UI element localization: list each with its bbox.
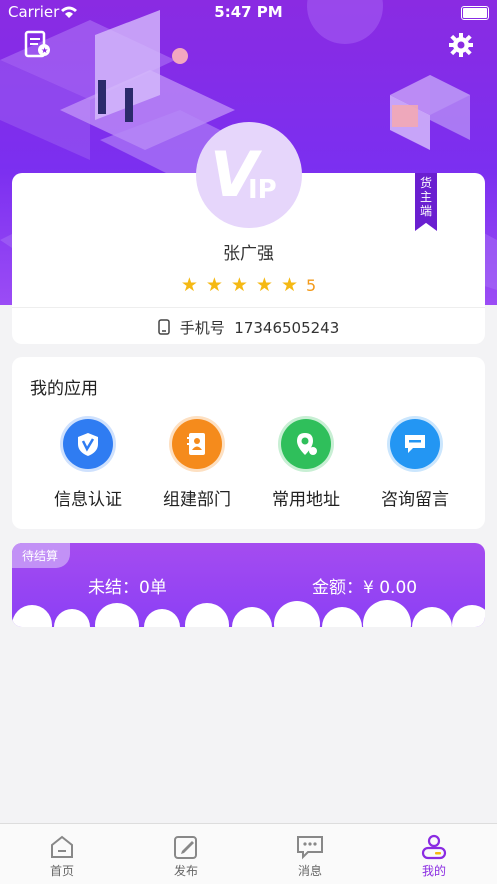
contacts-book-icon xyxy=(172,419,222,469)
app-create-department[interactable]: 组建部门 xyxy=(138,419,256,510)
clock: 5:47 PM xyxy=(214,3,283,21)
star-rating: ★★★★★5 xyxy=(12,274,485,296)
battery-icon xyxy=(461,6,489,20)
apps-title: 我的应用 xyxy=(30,379,98,399)
settlement-card[interactable]: 待结算 未结：0单 金额：¥ 0.00 xyxy=(12,543,485,627)
settings-gear-icon[interactable] xyxy=(448,32,474,62)
rating-value: 5 xyxy=(305,276,317,295)
location-pin-icon xyxy=(281,419,331,469)
app-label: 常用地址 xyxy=(272,490,340,510)
tab-home[interactable]: 首页 xyxy=(0,832,124,879)
vip-logo-icon: VIP xyxy=(210,140,277,210)
app-label: 组建部门 xyxy=(163,490,231,510)
unsettled-orders: 未结：0单 xyxy=(88,578,167,598)
role-ribbon: 货主端 xyxy=(415,173,437,231)
shield-v-icon xyxy=(63,419,113,469)
cloud-decoration xyxy=(12,600,485,627)
vip-avatar[interactable]: V IP xyxy=(196,122,302,228)
phone-row: 手机号 17346505243 xyxy=(12,317,485,338)
app-label: 信息认证 xyxy=(54,490,122,510)
app-identity-verification[interactable]: 信息认证 xyxy=(29,419,147,510)
phone-number: 17346505243 xyxy=(234,319,340,337)
phone-label: 手机号 xyxy=(179,319,225,337)
app-common-address[interactable]: 常用地址 xyxy=(247,419,365,510)
status-bar: Carrier 5:47 PM xyxy=(0,0,497,26)
svg-text:★: ★ xyxy=(41,46,48,55)
tab-messages[interactable]: 消息 xyxy=(248,832,372,879)
my-apps-card: 我的应用 信息认证 组建部门 常用地址 咨询留言 xyxy=(12,357,485,529)
order-list-icon[interactable]: ★ xyxy=(24,30,52,62)
svg-text:IP: IP xyxy=(248,175,277,205)
stars-icon: ★★★★★ xyxy=(180,274,306,296)
settlement-amount: 金额：¥ 0.00 xyxy=(312,578,418,598)
tab-label: 首页 xyxy=(49,864,74,878)
edit-icon xyxy=(124,832,248,862)
pending-settlement-tag: 待结算 xyxy=(12,543,71,568)
tab-label: 发布 xyxy=(173,864,198,878)
tab-publish[interactable]: 发布 xyxy=(124,832,248,879)
app-label: 咨询留言 xyxy=(381,490,449,510)
user-name: 张广强 xyxy=(223,244,274,264)
app-consult-message[interactable]: 咨询留言 xyxy=(356,419,474,510)
chat-bubble-icon xyxy=(390,419,440,469)
tab-label: 消息 xyxy=(297,864,322,878)
tab-bar: 首页 发布 消息 我的 xyxy=(0,823,497,884)
mobile-phone-icon xyxy=(157,319,170,335)
tab-label: 我的 xyxy=(421,864,446,878)
divider xyxy=(12,307,485,308)
profile-icon xyxy=(372,832,496,862)
tab-mine[interactable]: 我的 xyxy=(372,832,496,879)
message-icon xyxy=(248,832,372,862)
home-icon xyxy=(0,832,124,862)
